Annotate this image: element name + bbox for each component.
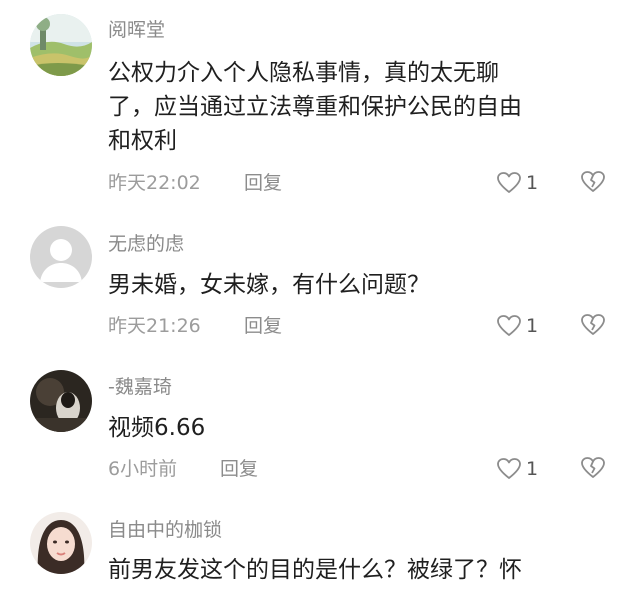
portrait-avatar-icon <box>30 512 92 574</box>
comment-time: 6小时前 <box>108 458 178 480</box>
comment-line: 公权力介入个人隐私事情，真的太无聊 <box>108 60 499 86</box>
comment-text: 公权力介入个人隐私事情，真的太无聊 了，应当通过立法尊重和保护公民的自由 和权利 <box>108 56 608 158</box>
heart-icon <box>497 458 521 479</box>
comment-line: 和权利 <box>108 128 177 154</box>
username[interactable]: 阅晖堂 <box>108 18 165 42</box>
username[interactable]: -魏嘉琦 <box>108 375 172 399</box>
like-count: 1 <box>526 458 539 480</box>
reply-button[interactable]: 回复 <box>244 171 282 195</box>
like-button[interactable]: 1 <box>496 456 538 482</box>
comment-line: 了，应当通过立法尊重和保护公民的自由 <box>108 94 522 120</box>
user-avatar[interactable] <box>30 14 92 76</box>
comment-line: 男未婚，女未嫁，有什么问题？ <box>108 272 430 298</box>
username[interactable]: 自由中的枷锁 <box>108 518 222 542</box>
broken-heart-icon <box>581 457 605 478</box>
broken-heart-icon <box>581 314 605 335</box>
reply-button[interactable]: 回复 <box>220 457 258 481</box>
dislike-button[interactable] <box>580 170 606 198</box>
dislike-button[interactable] <box>580 456 606 484</box>
like-count: 1 <box>526 315 539 337</box>
user-avatar[interactable] <box>30 370 92 432</box>
comment-time: 昨天22:02 <box>108 172 201 194</box>
user-avatar[interactable] <box>30 226 92 288</box>
dislike-button[interactable] <box>580 313 606 341</box>
dark-photo-avatar-icon <box>30 370 92 432</box>
comment-text: 视频6.66 <box>108 411 608 445</box>
like-button[interactable]: 1 <box>496 170 538 196</box>
user-avatar[interactable] <box>30 512 92 574</box>
default-gray-avatar-icon <box>30 226 92 288</box>
broken-heart-icon <box>581 171 605 192</box>
comment-text: 男未婚，女未嫁，有什么问题？ <box>108 268 608 302</box>
comment-time: 昨天21:26 <box>108 315 201 337</box>
comment-text: 前男友发这个的目的是什么？被绿了？怀 <box>108 553 608 587</box>
comment-line: 前男友发这个的目的是什么？被绿了？怀 <box>108 557 522 583</box>
heart-icon <box>497 172 521 193</box>
like-count: 1 <box>526 172 539 194</box>
landscape-avatar-icon <box>30 14 92 76</box>
comment-line: 视频6.66 <box>108 415 206 441</box>
like-button[interactable]: 1 <box>496 313 538 339</box>
username[interactable]: 无虑的虑 <box>108 232 184 256</box>
heart-icon <box>497 315 521 336</box>
reply-button[interactable]: 回复 <box>244 314 282 338</box>
